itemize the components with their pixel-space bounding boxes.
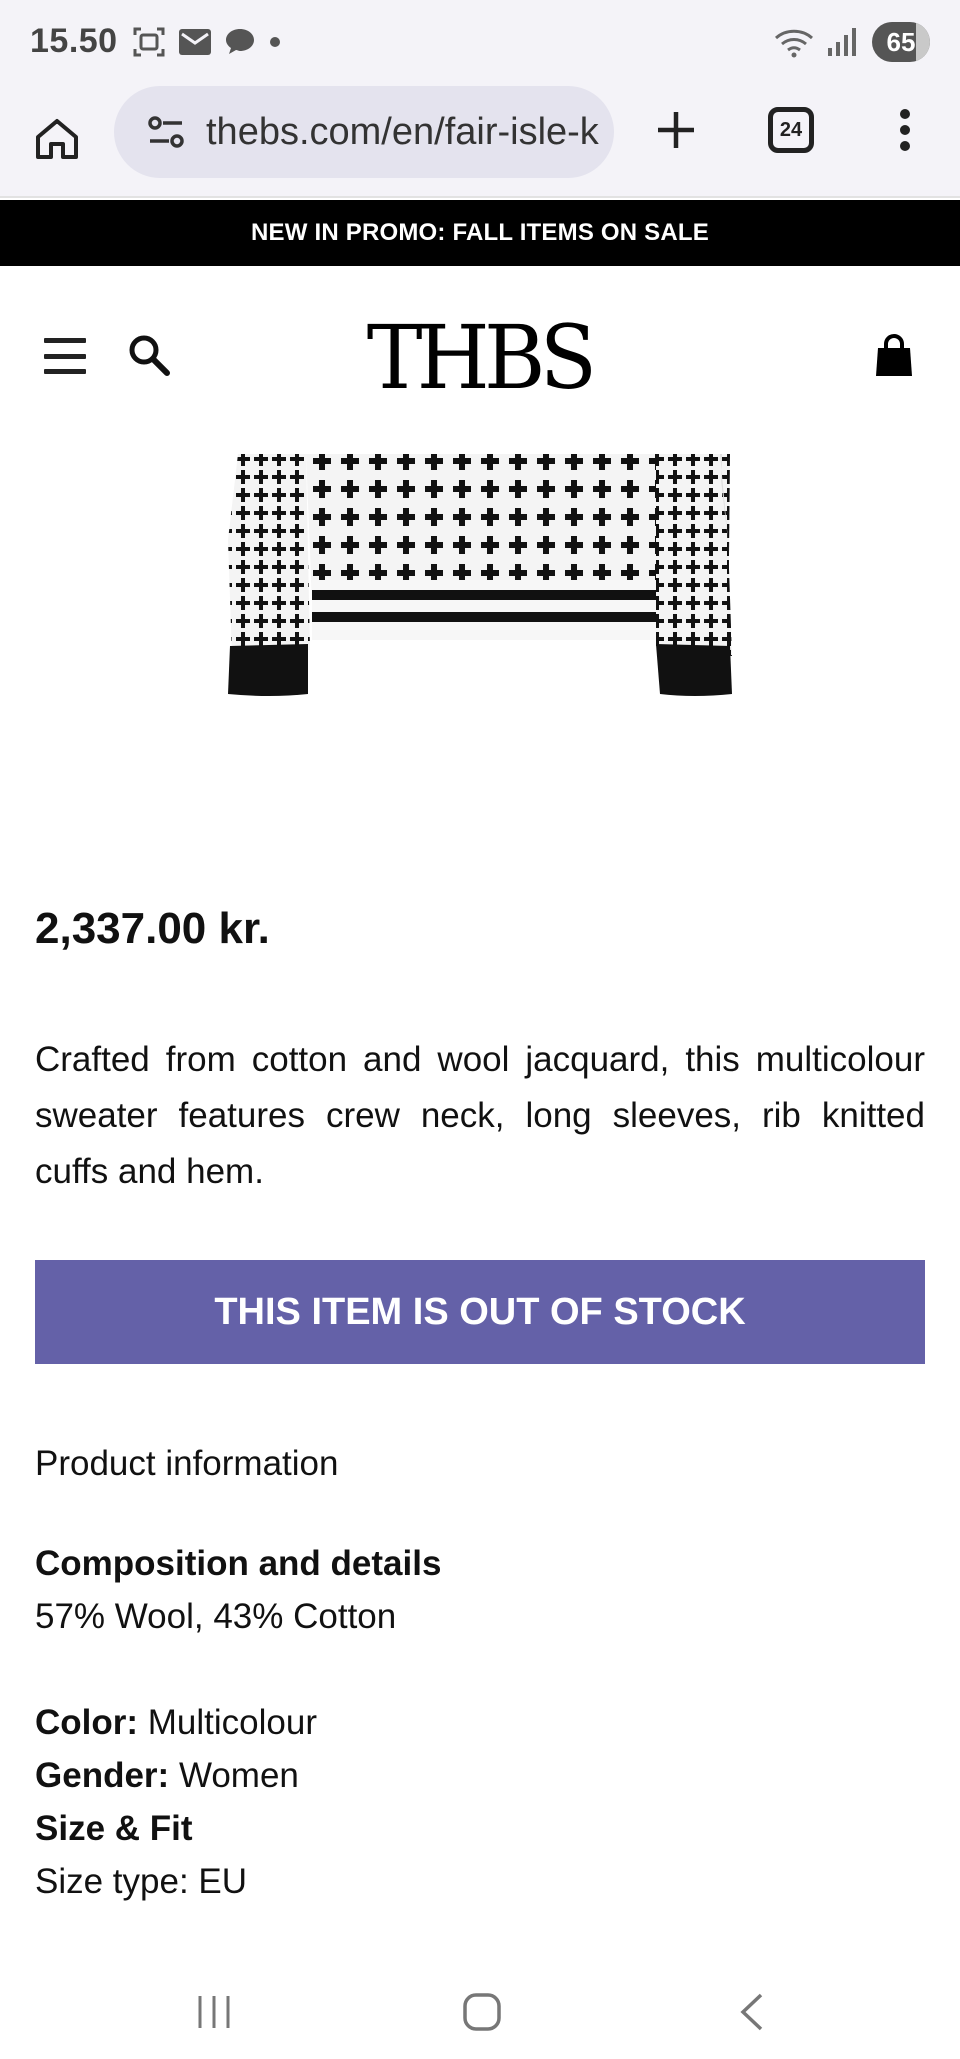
back-icon [740, 1993, 763, 2031]
product-image[interactable] [0, 450, 960, 790]
left-sleeve [228, 454, 310, 656]
tab-count: 24 [779, 118, 803, 141]
home-nav-icon [463, 1993, 501, 2031]
chat-icon [226, 29, 254, 54]
back-button[interactable] [722, 1982, 782, 2042]
left-cuff [228, 644, 308, 696]
site-logo[interactable]: THBS [336, 314, 623, 402]
out-of-stock-label: THIS ITEM IS OUT OF STOCK [214, 1290, 746, 1333]
composition-heading: Composition and details [35, 1544, 441, 1584]
more-icon [900, 109, 910, 151]
home-icon [36, 119, 78, 159]
promo-banner[interactable]: NEW IN PROMO: FALL ITEMS ON SALE [0, 200, 960, 266]
status-time: 15.50 [30, 22, 118, 60]
sweater-hem [312, 580, 656, 640]
out-of-stock-button[interactable]: THIS ITEM IS OUT OF STOCK [35, 1260, 925, 1364]
mail-icon [179, 29, 211, 55]
home-button[interactable] [26, 108, 88, 170]
battery-level: 65 [886, 26, 916, 57]
signal-icon [828, 28, 856, 56]
address-bar[interactable]: thebs.com/en/fair-isle-k [114, 86, 614, 178]
system-nav-bar [0, 1964, 960, 2059]
tabs-icon[interactable]: 24 [768, 107, 814, 153]
promo-text: NEW IN PROMO: FALL ITEMS ON SALE [251, 219, 709, 246]
screenshot-icon [133, 27, 165, 57]
browser-toolbar: thebs.com/en/fair-isle-k 24 [0, 84, 960, 198]
notification-icons [132, 24, 282, 60]
product-price: 2,337.00 kr. [35, 904, 270, 953]
status-bar: 15.50 65 [0, 0, 960, 84]
search-icon[interactable] [126, 332, 172, 378]
wifi-icon [774, 29, 814, 58]
right-sleeve [656, 454, 732, 656]
composition-value: 57% Wool, 43% Cotton [35, 1597, 397, 1636]
size-fit-heading: Size & Fit [35, 1809, 193, 1849]
url-text: thebs.com/en/fair-isle-k [206, 110, 599, 153]
more-menu-button[interactable] [880, 100, 930, 160]
dot-icon [270, 37, 280, 47]
size-fit-heading-text: Size & Fit [35, 1809, 193, 1848]
site-header: THBS [0, 266, 960, 450]
recent-apps-icon [198, 1996, 230, 2028]
color-value: Multicolour [147, 1703, 318, 1742]
color-label: Color: [35, 1703, 139, 1742]
product-info-heading: Product information [35, 1444, 339, 1483]
new-tab-button[interactable] [646, 100, 706, 160]
gender-row: Gender: Women [35, 1756, 299, 1796]
size-type: Size type: EU [35, 1862, 248, 1901]
home-nav-button[interactable] [452, 1982, 512, 2042]
gender-value: Women [178, 1756, 299, 1795]
right-cuff [656, 644, 732, 696]
menu-icon[interactable] [44, 338, 86, 374]
battery-icon: 65 [872, 22, 930, 62]
gender-label: Gender: [35, 1756, 170, 1795]
site-settings-icon[interactable] [146, 112, 186, 152]
color-row: Color: Multicolour [35, 1703, 317, 1743]
system-icons: 65 [774, 22, 930, 62]
cart-icon[interactable] [874, 334, 914, 378]
new-tab-icon [658, 112, 694, 148]
composition-heading-text: Composition and details [35, 1544, 442, 1583]
recent-apps-button[interactable] [184, 1982, 244, 2042]
product-description: Crafted from cotton and wool jacquard, t… [35, 1040, 925, 1191]
